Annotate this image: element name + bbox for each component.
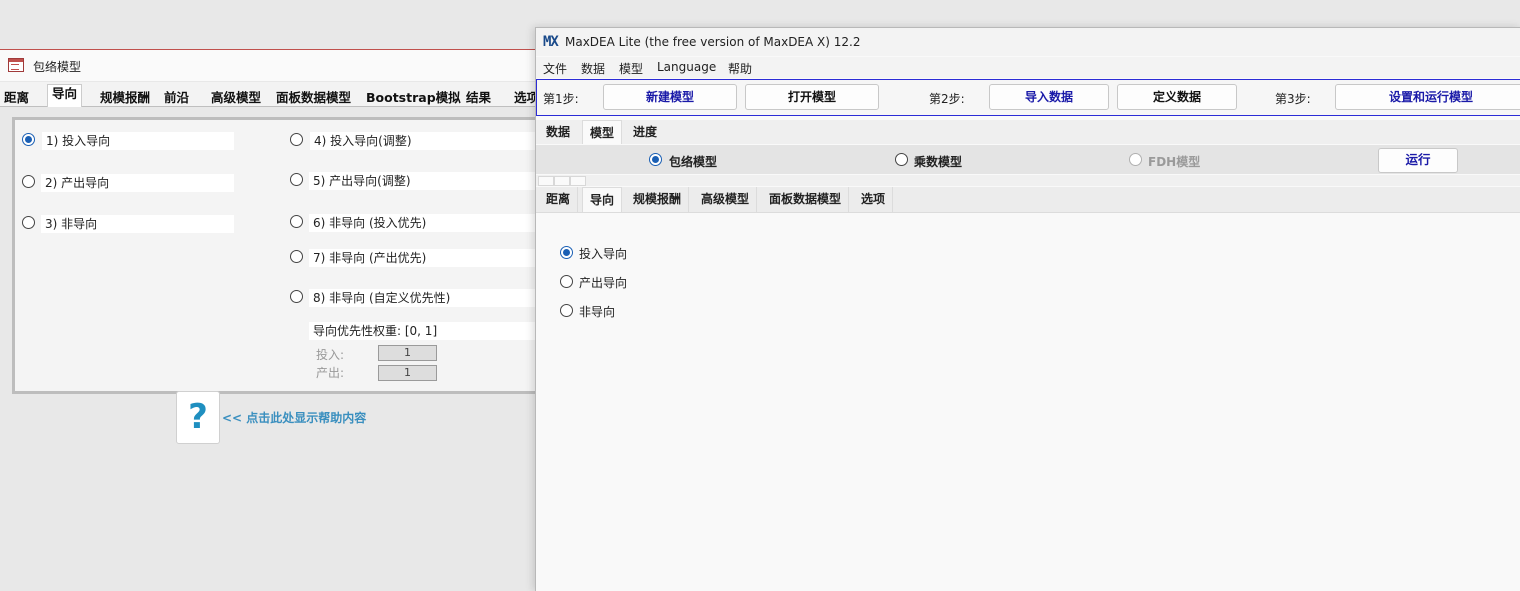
background-title-bar: 包络模型 (0, 49, 540, 81)
subtab-advanced-models[interactable]: 高级模型 (694, 187, 758, 212)
bg-tab-results[interactable]: 结果 (466, 87, 491, 106)
radio-envelopment-model[interactable] (649, 153, 662, 166)
option-label-4: 4) 投入导向(调整) (310, 132, 540, 150)
option-label-8: 8) 非导向 (自定义优先性) (309, 289, 540, 307)
subtab-distance[interactable]: 距离 (539, 187, 579, 212)
step1-label: 第1步: (543, 92, 579, 106)
radio-input-oriented-adjusted[interactable] (290, 133, 303, 146)
radio-multiplier-model[interactable] (895, 153, 908, 166)
subtab-returns-to-scale[interactable]: 规模报酬 (626, 187, 690, 212)
option-label-1: 1) 投入导向 (42, 132, 234, 150)
open-model-button[interactable]: 打开模型 (745, 84, 879, 110)
define-data-button[interactable]: 定义数据 (1117, 84, 1237, 110)
menu-file[interactable]: 文件 (543, 60, 567, 77)
menu-bar: 文件 数据 模型 Language 帮助 (536, 57, 1520, 78)
mini-tab-1[interactable] (538, 176, 554, 186)
model-type-bar: 包络模型 乘数模型 FDH模型 运行 (536, 145, 1520, 174)
radio-input-oriented[interactable] (22, 133, 35, 146)
import-data-button[interactable]: 导入数据 (989, 84, 1109, 110)
radio-orientation-output[interactable] (560, 275, 573, 288)
form-icon (8, 58, 24, 72)
background-window: 包络模型 距离 导向 规模报酬 前沿 高级模型 面板数据模型 Bootstrap… (0, 0, 545, 590)
menu-help[interactable]: 帮助 (728, 60, 752, 77)
radio-non-oriented-output-priority[interactable] (290, 250, 303, 263)
tab-data[interactable]: 数据 (539, 120, 577, 144)
question-mark-icon: ? (188, 397, 208, 437)
option-label-3: 3) 非导向 (41, 215, 234, 233)
option-label-2: 2) 产出导向 (41, 174, 234, 192)
orientation-non-label: 非导向 (579, 305, 616, 319)
envelopment-model-label: 包络模型 (669, 155, 718, 169)
fdh-model-label: FDH模型 (1148, 155, 1201, 169)
bg-tab-advanced-models[interactable]: 高级模型 (211, 87, 261, 106)
bg-tab-bootstrap[interactable]: Bootstrap模拟 (366, 87, 461, 106)
subtab-orientation[interactable]: 导向 (582, 187, 623, 212)
input-weight-label: 投入: (316, 348, 345, 362)
bg-tab-frontier[interactable]: 前沿 (164, 87, 189, 106)
window-title: MaxDEA Lite (the free version of MaxDEA … (565, 35, 861, 49)
multiplier-model-label: 乘数模型 (914, 155, 963, 169)
bg-tab-panel-data[interactable]: 面板数据模型 (276, 87, 351, 106)
orientation-input-label: 投入导向 (579, 247, 628, 261)
orientation-output-label: 产出导向 (579, 276, 628, 290)
radio-orientation-input[interactable] (560, 246, 573, 259)
maxdea-title-bar: MX MaxDEA Lite (the free version of MaxD… (536, 28, 1520, 56)
mini-tab-2[interactable] (554, 176, 570, 186)
run-button[interactable]: 运行 (1378, 148, 1458, 173)
maxdea-logo-icon: MX (543, 34, 559, 50)
radio-orientation-non[interactable] (560, 304, 573, 317)
radio-non-oriented-custom-priority[interactable] (290, 290, 303, 303)
tab-model[interactable]: 模型 (582, 120, 623, 144)
setup-run-model-button[interactable]: 设置和运行模型 (1335, 84, 1520, 110)
radio-fdh-model (1129, 153, 1142, 166)
help-button[interactable]: ? (176, 391, 220, 444)
background-window-title: 包络模型 (33, 60, 82, 74)
menu-model[interactable]: 模型 (619, 60, 643, 77)
mini-tab-3[interactable] (570, 176, 586, 186)
workflow-steps-bar: 第1步: 新建模型 打开模型 第2步: 导入数据 定义数据 第3步: 设置和运行… (536, 79, 1520, 116)
radio-non-oriented-input-priority[interactable] (290, 215, 303, 228)
option-label-6: 6) 非导向 (投入优先) (309, 214, 540, 232)
bg-tab-orientation[interactable]: 导向 (47, 84, 83, 107)
collapsed-tab-strip (536, 175, 1520, 186)
radio-output-oriented[interactable] (22, 175, 35, 188)
model-settings-tab-bar: 距离 导向 规模报酬 高级模型 面板数据模型 选项 (536, 187, 1520, 213)
maxdea-window: MX MaxDEA Lite (the free version of MaxD… (535, 27, 1520, 591)
tab-progress[interactable]: 进度 (626, 120, 664, 144)
new-model-button[interactable]: 新建模型 (603, 84, 737, 110)
output-weight-field[interactable]: 1 (378, 365, 437, 381)
menu-data[interactable]: 数据 (581, 60, 605, 77)
help-link[interactable]: << 点击此处显示帮助内容 (222, 409, 366, 426)
bg-tab-distance[interactable]: 距离 (4, 87, 29, 106)
main-tab-bar: 数据 模型 进度 (536, 120, 1520, 144)
subtab-options[interactable]: 选项 (854, 187, 894, 212)
background-tab-bar: 距离 导向 规模报酬 前沿 高级模型 面板数据模型 Bootstrap模拟 结果… (0, 82, 540, 107)
option-label-7: 7) 非导向 (产出优先) (309, 249, 540, 267)
priority-weight-label: 导向优先性权重: [0, 1] (309, 322, 540, 340)
output-weight-label: 产出: (316, 366, 345, 380)
subtab-panel-data-models[interactable]: 面板数据模型 (762, 187, 850, 212)
menu-language[interactable]: Language (657, 60, 716, 74)
radio-non-oriented[interactable] (22, 216, 35, 229)
bg-tab-returns-to-scale[interactable]: 规模报酬 (100, 87, 150, 106)
option-label-5: 5) 产出导向(调整) (309, 172, 540, 190)
step2-label: 第2步: (929, 92, 965, 106)
step3-label: 第3步: (1275, 92, 1311, 106)
radio-output-oriented-adjusted[interactable] (290, 173, 303, 186)
input-weight-field[interactable]: 1 (378, 345, 437, 361)
